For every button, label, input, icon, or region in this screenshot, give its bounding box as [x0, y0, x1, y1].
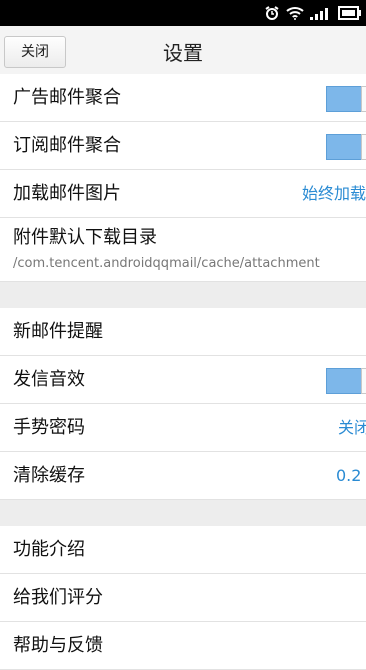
setting-attachment-directory[interactable]: 附件默认下载目录 /com.tencent.androidqqmail/cach… — [0, 218, 366, 282]
send-sound-toggle[interactable] — [326, 368, 366, 394]
section-divider — [0, 500, 366, 526]
battery-icon — [338, 6, 362, 20]
settings-list: 广告邮件聚合 订阅邮件聚合 加载邮件图片 始终加载 附件默认下载目录 /com.… — [0, 74, 366, 670]
setting-new-mail-alert[interactable]: 新邮件提醒 — [0, 308, 366, 356]
setting-send-sound[interactable]: 发信音效 — [0, 356, 366, 404]
setting-value: 关闭 — [338, 418, 366, 437]
setting-label: 附件默认下载目录 — [13, 227, 157, 248]
subscription-aggregation-toggle[interactable] — [326, 134, 366, 160]
setting-value: 0.2 — [336, 466, 362, 485]
setting-rate-us[interactable]: 给我们评分 — [0, 574, 366, 622]
setting-label: 发信音效 — [13, 369, 85, 390]
signal-icon — [310, 6, 332, 20]
ad-aggregation-toggle[interactable] — [326, 86, 366, 112]
setting-label: 清除缓存 — [13, 465, 85, 486]
setting-value: 始终加载 — [302, 184, 366, 203]
setting-feature-intro[interactable]: 功能介绍 — [0, 526, 366, 574]
setting-path: /com.tencent.androidqqmail/cache/attachm… — [13, 256, 320, 271]
setting-label: 订阅邮件聚合 — [13, 135, 121, 156]
alarm-icon — [264, 5, 280, 21]
setting-help-feedback[interactable]: 帮助与反馈 — [0, 622, 366, 670]
status-bar — [0, 0, 366, 26]
setting-label: 功能介绍 — [13, 539, 85, 560]
close-button[interactable]: 关闭 — [4, 36, 66, 68]
wifi-icon — [286, 6, 304, 20]
setting-ad-mail-aggregation[interactable]: 广告邮件聚合 — [0, 74, 366, 122]
setting-label: 加载邮件图片 — [13, 183, 121, 204]
setting-subscription-aggregation[interactable]: 订阅邮件聚合 — [0, 122, 366, 170]
setting-label: 给我们评分 — [13, 587, 103, 608]
setting-label: 手势密码 — [13, 417, 85, 438]
setting-clear-cache[interactable]: 清除缓存 0.2 — [0, 452, 366, 500]
setting-load-mail-images[interactable]: 加载邮件图片 始终加载 — [0, 170, 366, 218]
section-divider — [0, 282, 366, 308]
setting-label: 新邮件提醒 — [13, 321, 103, 342]
setting-label: 广告邮件聚合 — [13, 87, 121, 108]
setting-gesture-password[interactable]: 手势密码 关闭 — [0, 404, 366, 452]
